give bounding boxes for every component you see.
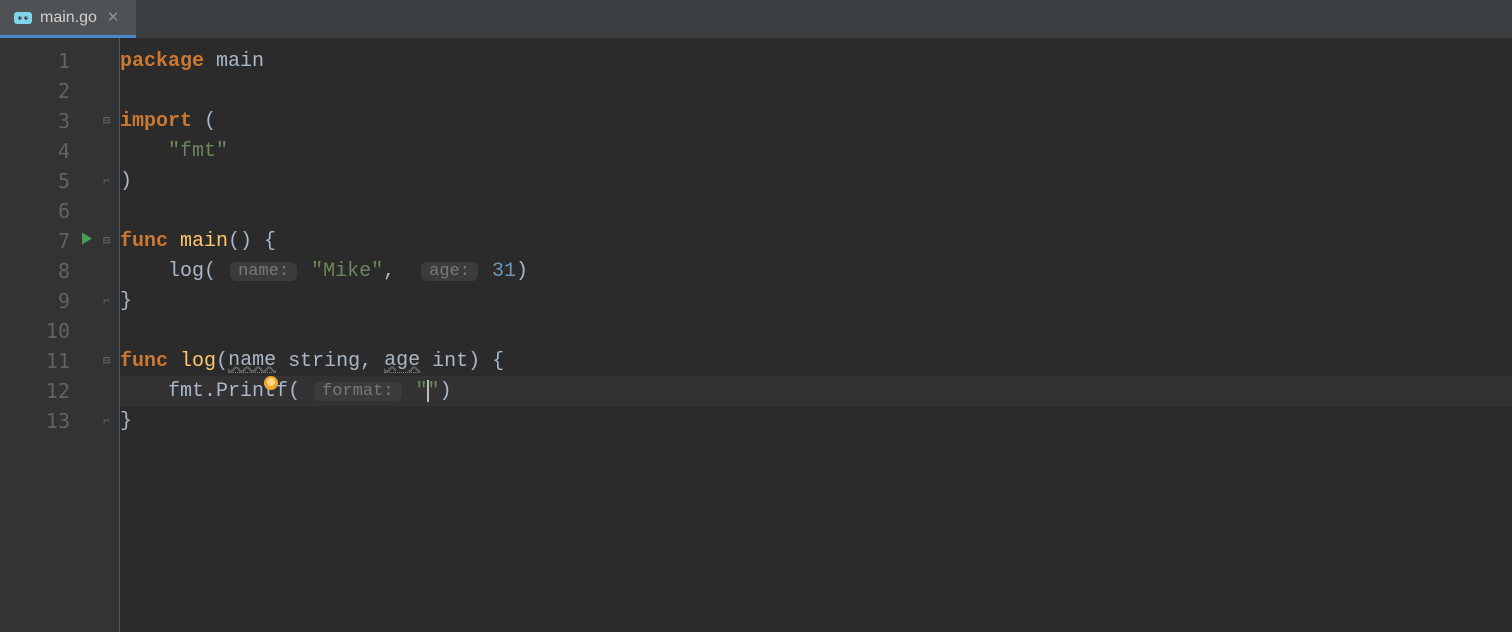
code-line[interactable]: package main [120,46,1512,76]
function-name-token: log [180,350,216,373]
code-line-current[interactable]: fmt.Printf( format: "") [120,376,1512,406]
code-area[interactable]: package main import ( "fmt" ) func main(… [119,38,1512,632]
line-number: 5 [58,169,70,193]
punct-token: ( [204,260,216,283]
tab-bar: main.go ✕ [0,0,1512,38]
string-token: "Mike" [311,260,383,283]
tab-filename: main.go [40,9,97,27]
function-name-token: main [180,230,228,253]
code-line[interactable] [120,316,1512,346]
fold-toggle-icon[interactable]: ⊟ [103,235,110,247]
code-line[interactable]: "fmt" [120,136,1512,166]
string-token: " [428,380,440,403]
code-line[interactable]: func log(name string, age int) { [120,346,1512,376]
punct-token: } [120,410,132,433]
code-line[interactable]: import ( [120,106,1512,136]
line-number: 9 [58,289,70,313]
tab-main-go[interactable]: main.go ✕ [0,0,136,38]
fold-gutter: ⊟ ⌐ ⊟ ⌐ ⊟ ⌐ [101,38,119,632]
close-icon[interactable]: ✕ [105,8,122,27]
line-number: 6 [58,199,70,223]
punct-token: () { [228,230,276,253]
code-line[interactable]: } [120,286,1512,316]
fold-end-icon: ⌐ [103,175,110,187]
line-number: 2 [58,79,70,103]
punct-token: ) { [468,350,504,373]
line-number: 7 [58,229,70,253]
punct-token: , [383,260,395,283]
fold-end-icon: ⌐ [103,415,110,427]
code-line[interactable]: log( name: "Mike", age: 31) [120,256,1512,286]
code-line[interactable]: func main() { [120,226,1512,256]
punct-token: ( [204,110,216,133]
code-line[interactable] [120,76,1512,106]
line-number: 1 [58,49,70,73]
go-file-icon [14,9,32,27]
run-gutter-icon[interactable] [80,232,94,251]
string-token: "fmt" [168,140,228,163]
keyword-token: import [120,110,192,133]
fold-toggle-icon[interactable]: ⊟ [103,355,110,367]
line-number: 13 [46,409,70,433]
param-hint: age: [421,262,478,281]
keyword-token: func [120,230,168,253]
code-line[interactable] [120,196,1512,226]
call-token: log [168,260,204,283]
param-token: age [384,349,420,373]
param-hint: name: [230,262,297,281]
punct-token: } [120,290,132,313]
punct-token: ) [120,170,132,193]
param-hint: format: [314,382,401,401]
number-token: 31 [492,260,516,283]
line-number: 8 [58,259,70,283]
fold-end-icon: ⌐ [103,295,110,307]
param-token: name [228,349,276,373]
punct-token: ( [216,350,228,373]
editor-viewport: 1 2 3 4 5 6 7 8 9 10 11 12 13 ⊟ ⌐ [0,38,1512,632]
punct-token: ) [516,260,528,283]
line-number: 4 [58,139,70,163]
line-number: 11 [46,349,70,373]
line-number: 10 [46,319,70,343]
identifier-token: main [216,50,264,73]
punct-token: ( [288,380,300,403]
code-line[interactable]: } [120,406,1512,436]
fold-toggle-icon[interactable]: ⊟ [103,115,110,127]
line-number: 12 [46,379,70,403]
code-line[interactable]: ) [120,166,1512,196]
line-number-gutter: 1 2 3 4 5 6 7 8 9 10 11 12 13 [0,38,101,632]
punct-token: ) [440,380,452,403]
keyword-token: package [120,50,204,73]
intention-bulb-icon[interactable] [142,351,160,369]
line-number: 3 [58,109,70,133]
type-token: int [432,350,468,373]
type-token: string [288,350,360,373]
editor-root: main.go ✕ 1 2 3 4 5 6 7 8 9 10 11 12 13 [0,0,1512,632]
